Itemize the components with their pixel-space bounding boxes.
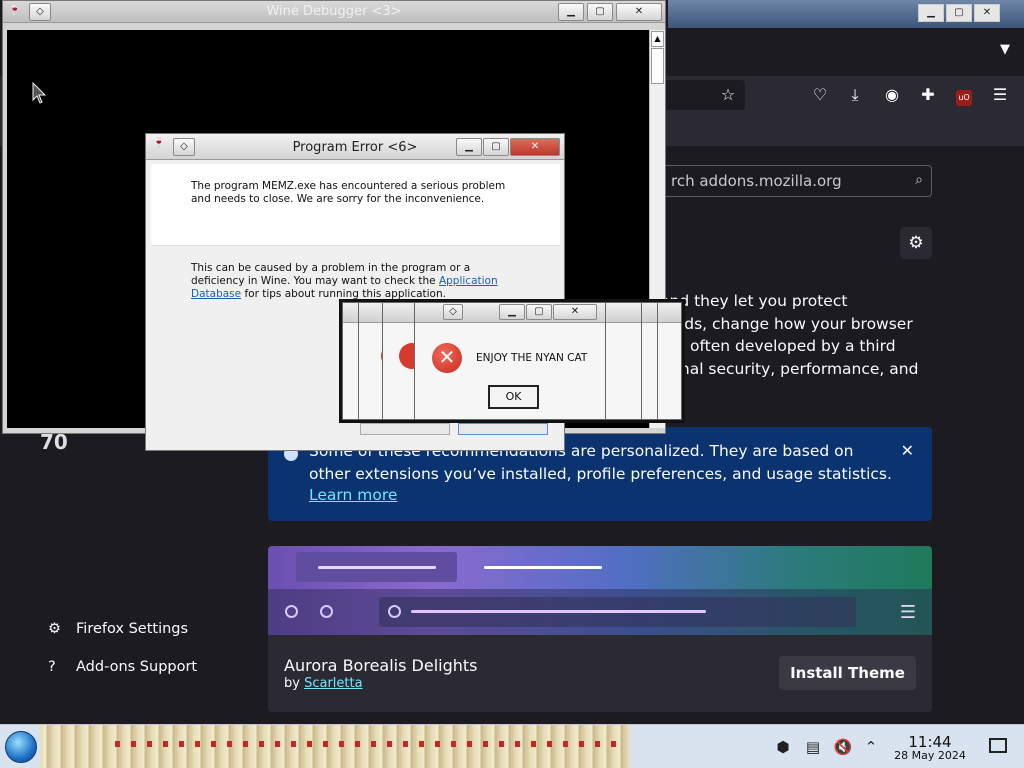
theme-name: Aurora Borealis Delights <box>284 656 478 675</box>
extensions-icon[interactable]: ✚ <box>917 84 939 106</box>
scroll-up-button[interactable]: ▲ <box>651 31 664 47</box>
firefox-settings-link[interactable]: ⚙ Firefox Settings <box>48 621 188 637</box>
window-menu-button[interactable]: ◇ <box>443 304 463 320</box>
close-button[interactable]: ✕ <box>553 304 597 320</box>
details-button[interactable] <box>360 423 450 435</box>
error-icon: ✕ <box>432 343 462 373</box>
support-label: Add-ons Support <box>76 659 198 675</box>
error-message: The program MEMZ.exe has encountered a s… <box>191 180 506 205</box>
theme-byline: by Scarletta <box>284 676 363 691</box>
by-label: by <box>284 676 300 691</box>
preview-circle <box>320 605 333 618</box>
learn-more-link[interactable]: Learn more <box>309 486 397 504</box>
star-icon[interactable]: ☆ <box>717 84 739 106</box>
minimize-button[interactable]: ▁ <box>558 3 584 21</box>
account-icon[interactable]: ◉ <box>881 84 903 106</box>
gear-icon[interactable]: ⚙ <box>900 227 932 259</box>
addons-support-link[interactable]: ? Add-ons Support <box>48 659 197 675</box>
intro-line: are often developed by a third <box>660 337 896 356</box>
preview-line <box>484 566 602 569</box>
intro-line: and they let you protect <box>660 292 848 310</box>
search-icon[interactable]: ⌕ <box>915 172 923 188</box>
chevron-up-icon[interactable]: ⌃ <box>861 737 881 757</box>
clock-date[interactable]: 28 May 2024 <box>890 749 970 762</box>
details-text: This can be caused by a problem in the p… <box>191 262 471 287</box>
minimize-button[interactable]: ▁ <box>499 304 525 320</box>
clipboard-icon[interactable]: ▤ <box>803 737 823 757</box>
close-icon[interactable]: ✕ <box>901 441 914 460</box>
message-text: ENJOY THE NYAN CAT <box>476 352 588 364</box>
addons-search-box[interactable]: ⌕ <box>640 165 932 197</box>
maximize-button[interactable]: ▢ <box>483 138 509 156</box>
maximize-button[interactable]: ▢ <box>946 4 972 22</box>
preview-circle <box>285 605 298 618</box>
download-icon[interactable]: ⤓ <box>844 84 866 106</box>
minimize-button[interactable]: ▁ <box>456 138 482 156</box>
mouse-cursor <box>32 82 47 104</box>
start-icon[interactable] <box>5 731 37 763</box>
settings-label: Firefox Settings <box>76 621 189 637</box>
network-icon[interactable]: ⬢ <box>773 737 793 757</box>
intro-line: tional security, performance, and <box>660 360 919 379</box>
taskbar-buttons[interactable] <box>40 725 630 768</box>
close-button[interactable]: ✕ <box>616 3 662 21</box>
search-input[interactable] <box>671 170 901 192</box>
preview-line <box>411 610 706 613</box>
close-button[interactable]: ✕ <box>510 138 560 156</box>
gear-icon: ⚙ <box>48 621 61 637</box>
minimize-button[interactable]: ▁ <box>918 4 944 22</box>
ok-button[interactable]: OK <box>488 385 539 409</box>
preview-circle <box>388 605 401 618</box>
nyan-cat-message-box: ◇ ▁ ▢ ✕ ✕ ENJOY THE NYAN CAT OK <box>414 302 606 420</box>
close-dialog-button[interactable] <box>458 423 548 435</box>
details-text-end: for tips about running this application. <box>244 288 446 300</box>
volume-muted-icon[interactable]: 🔇 <box>833 737 853 757</box>
preview-menu-icon: ☰ <box>899 602 916 623</box>
close-button[interactable]: ✕ <box>974 4 1000 22</box>
pocket-icon[interactable]: ♡ <box>809 84 831 106</box>
wine-task-icons <box>115 741 627 747</box>
show-desktop-icon[interactable] <box>989 738 1007 753</box>
theme-author-link[interactable]: Scarletta <box>304 676 362 691</box>
firefox-titlebar: ▁ ▢ ✕ <box>668 0 1024 28</box>
addons-intro-text: and they let you protect g ads, change h… <box>660 290 950 381</box>
theme-card: ☰ Aurora Borealis Delights by Scarletta … <box>268 546 932 712</box>
ublock-icon[interactable]: uO <box>953 84 975 106</box>
error-details: This can be caused by a problem in the p… <box>191 262 521 301</box>
maximize-button[interactable]: ▢ <box>587 3 613 21</box>
dialog-titlebar[interactable]: 🍷 ◇ Program Error <6> ▁ ▢ ✕ <box>146 134 564 160</box>
theme-preview: ☰ <box>268 546 932 635</box>
scroll-thumb[interactable] <box>651 48 664 84</box>
chevron-down-icon[interactable]: ▼ <box>1000 42 1010 57</box>
preview-line <box>318 566 436 569</box>
maximize-button[interactable]: ▢ <box>526 304 552 320</box>
help-icon: ? <box>48 659 56 675</box>
install-theme-button[interactable]: Install Theme <box>779 656 916 690</box>
message-box-titlebar[interactable]: ◇ ▁ ▢ ✕ <box>415 303 605 323</box>
debugger-titlebar[interactable]: 🍷 ◇ Wine Debugger <3> ▁ ▢ ✕ <box>3 1 665 23</box>
taskbar: ⬢ ▤ 🔇 ⌃ 11:44 28 May 2024 <box>0 724 1024 768</box>
intro-line: g ads, change how your browser <box>660 314 913 333</box>
menu-icon[interactable]: ☰ <box>989 84 1011 106</box>
